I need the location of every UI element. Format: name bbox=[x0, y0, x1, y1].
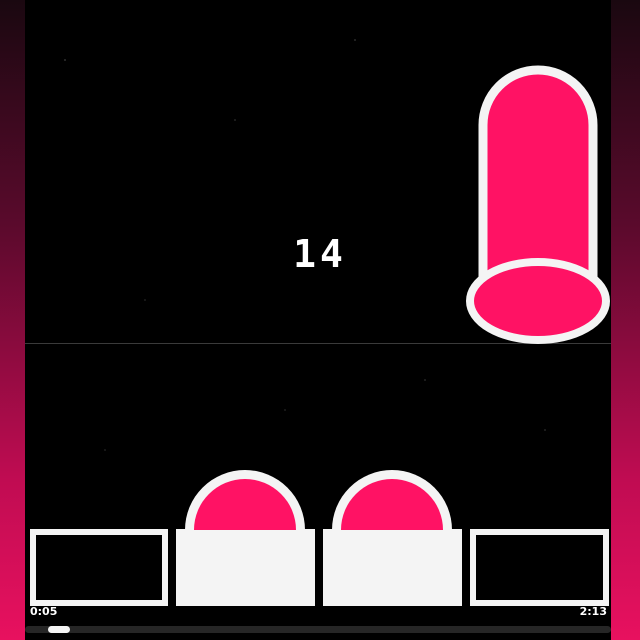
lane-1-tile[interactable] bbox=[30, 529, 168, 606]
song-duration: 2:13 bbox=[579, 605, 607, 618]
lane-2-tile[interactable] bbox=[176, 529, 315, 606]
song-progress-knob[interactable] bbox=[48, 626, 71, 633]
falling-long-note[interactable] bbox=[465, 63, 611, 345]
score-counter: 14 bbox=[293, 232, 347, 276]
game-screen: 14 0:05 2:13 bbox=[0, 0, 640, 640]
lane-4-tile[interactable] bbox=[470, 529, 609, 606]
lane-3-tile[interactable] bbox=[323, 529, 462, 606]
elapsed-time: 0:05 bbox=[30, 605, 58, 618]
song-progress-bar[interactable] bbox=[25, 626, 611, 633]
long-note-body bbox=[478, 65, 598, 280]
long-note-head bbox=[466, 258, 610, 344]
